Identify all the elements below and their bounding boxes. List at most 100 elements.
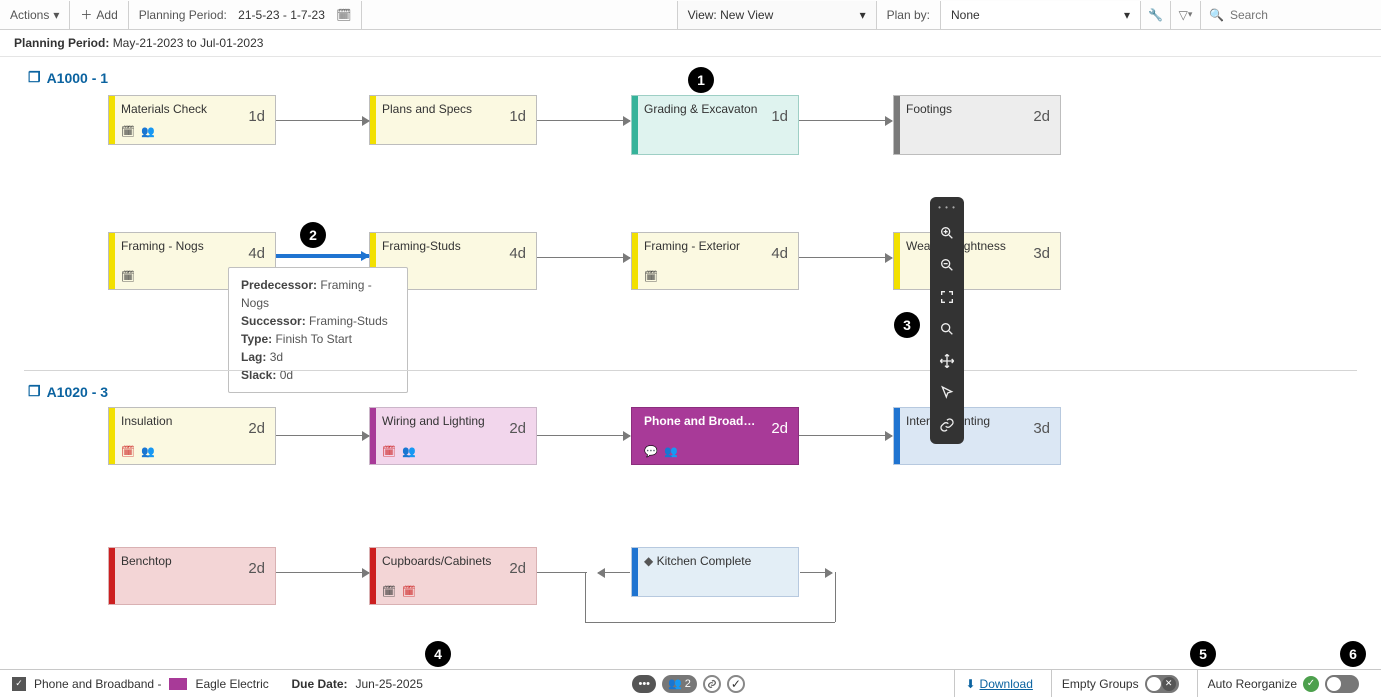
callout-1: 1 xyxy=(688,67,714,93)
milestone-icon: ◆ xyxy=(644,554,653,568)
node-plans-specs[interactable]: Plans and Specs 1d xyxy=(369,95,537,145)
node-interior-paint[interactable]: Interior Painting 3d xyxy=(893,407,1061,465)
node-footings[interactable]: Footings 2d xyxy=(893,95,1061,155)
node-title: Benchtop xyxy=(121,554,235,568)
node-materials-check[interactable]: Materials Check 1d 🗓👥 xyxy=(108,95,276,145)
group-title: A1000 - 1 xyxy=(47,70,108,86)
node-duration: 1d xyxy=(771,108,788,125)
link-arrow[interactable] xyxy=(537,257,630,258)
download-label: Download xyxy=(980,677,1033,691)
toggle-switch[interactable] xyxy=(1325,675,1359,693)
node-duration: 2d xyxy=(509,420,526,437)
status-task-name: Phone and Broadband - xyxy=(34,677,161,691)
link-arrow[interactable] xyxy=(276,120,369,121)
callout-2: 2 xyxy=(300,222,326,248)
top-toolbar: Actions ▾ ＋ Add Planning Period: 21-5-23… xyxy=(0,0,1381,30)
group-header-a1000[interactable]: ❐ A1000 - 1 xyxy=(14,63,122,92)
link-arrow[interactable] xyxy=(276,435,369,436)
calendar-icon: 🗓 xyxy=(121,124,135,138)
flow-canvas[interactable]: ❐ A1000 - 1 Materials Check 1d 🗓👥 Plans … xyxy=(0,57,1381,666)
fit-screen-icon[interactable] xyxy=(934,286,960,308)
wrench-icon[interactable]: 🔧 xyxy=(1141,1,1171,29)
filter-icon[interactable]: ▽▾ xyxy=(1171,1,1201,29)
node-duration: 2d xyxy=(771,420,788,437)
node-wiring[interactable]: Wiring and Lighting 2d 🗓👥 xyxy=(369,407,537,465)
node-grading[interactable]: Grading & Excavaton 1d xyxy=(631,95,799,155)
auto-reorganize-toggle[interactable]: Auto Reorganize ✓ xyxy=(1197,670,1369,697)
zoom-out-icon[interactable] xyxy=(934,254,960,276)
comments-badge[interactable]: ••• xyxy=(632,675,656,693)
group-header-a1020[interactable]: ❐ A1020 - 3 xyxy=(14,377,122,406)
due-label: Due Date: xyxy=(291,677,347,691)
add-label: Add xyxy=(96,8,117,22)
calendar-icon: 🗓 xyxy=(336,8,351,22)
node-cupboards[interactable]: Cupboards/Cabinets 2d 🗓🗓 xyxy=(369,547,537,605)
zoom-in-icon[interactable] xyxy=(934,222,960,244)
node-weather[interactable]: Weather Tightness 3d xyxy=(893,232,1061,290)
callout-6: 6 xyxy=(1340,641,1366,667)
contractor-swatch xyxy=(169,678,187,690)
node-phone-broadband[interactable]: Phone and Broadba... 2d 💬👥 xyxy=(631,407,799,465)
pointer-icon[interactable] xyxy=(934,382,960,404)
status-contractor: Eagle Electric xyxy=(195,677,268,691)
callout-3: 3 xyxy=(894,312,920,338)
link-icon[interactable] xyxy=(934,414,960,436)
link-arrow[interactable] xyxy=(598,572,630,573)
link-arrow-active[interactable] xyxy=(276,254,369,258)
view-value: New View xyxy=(720,8,773,22)
plus-icon: ＋ xyxy=(80,6,92,23)
approve-badge[interactable]: ✓ xyxy=(727,675,745,693)
drag-handle-icon[interactable]: • • • xyxy=(938,203,956,212)
planby-selector[interactable]: None ▾ xyxy=(941,1,1141,29)
link-arrow[interactable] xyxy=(799,120,892,121)
status-bar: ✓ Phone and Broadband - Eagle Electric D… xyxy=(0,669,1381,697)
actions-menu[interactable]: Actions ▾ xyxy=(0,1,70,29)
node-framing-ext[interactable]: Framing - Exterior 4d 🗓 xyxy=(631,232,799,290)
caret-down-icon: ▾ xyxy=(860,8,866,22)
link-arrow[interactable] xyxy=(537,435,630,436)
resources-badge[interactable]: 👥 2 xyxy=(662,675,697,693)
node-duration: 1d xyxy=(248,108,265,125)
empty-groups-toggle[interactable]: Empty Groups ✕ xyxy=(1051,670,1189,697)
node-duration: 3d xyxy=(1033,420,1050,437)
calendar-icon: 🗓 xyxy=(121,444,135,458)
link-arrow[interactable] xyxy=(799,435,892,436)
link-tooltip: Predecessor: Framing - Nogs Successor: F… xyxy=(228,267,408,393)
link-arrow[interactable] xyxy=(537,120,630,121)
checkbox-icon[interactable]: ✓ xyxy=(12,677,26,691)
link-arrow[interactable] xyxy=(276,572,369,573)
node-duration: 2d xyxy=(248,560,265,577)
node-insulation[interactable]: Insulation 2d 🗓👥 xyxy=(108,407,276,465)
pp-summary-label: Planning Period: xyxy=(14,36,109,50)
node-title: Footings xyxy=(906,102,1020,116)
link-arrow[interactable] xyxy=(799,257,892,258)
planning-period-picker[interactable]: Planning Period: 21-5-23 - 1-7-23 🗓 xyxy=(129,1,363,29)
callout-5: 5 xyxy=(1190,641,1216,667)
canvas-toolstrip[interactable]: • • • xyxy=(930,197,964,444)
node-duration: 1d xyxy=(509,108,526,125)
link-badge[interactable] xyxy=(703,675,721,693)
search-icon[interactable] xyxy=(934,318,960,340)
caret-down-icon: ▾ xyxy=(1124,8,1130,22)
planby-label: Plan by: xyxy=(877,1,941,29)
node-title: Wiring and Lighting xyxy=(382,414,496,428)
node-title: Plans and Specs xyxy=(382,102,496,116)
view-label: View: xyxy=(688,8,717,22)
add-button[interactable]: ＋ Add xyxy=(70,1,128,29)
group-icon: ❐ xyxy=(28,383,41,400)
node-benchtop[interactable]: Benchtop 2d xyxy=(108,547,276,605)
move-icon[interactable] xyxy=(934,350,960,372)
node-kitchen-complete[interactable]: ◆ Kitchen Complete xyxy=(631,547,799,597)
node-duration: 2d xyxy=(509,560,526,577)
view-selector[interactable]: View: New View ▾ xyxy=(677,1,877,29)
search-box[interactable]: 🔍 xyxy=(1201,1,1381,29)
toggle-switch[interactable]: ✕ xyxy=(1145,675,1179,693)
link-arrow[interactable] xyxy=(800,572,832,573)
actions-label: Actions xyxy=(10,8,49,22)
search-input[interactable] xyxy=(1230,8,1370,22)
search-icon: 🔍 xyxy=(1209,8,1224,22)
download-button[interactable]: ⬇ Download xyxy=(954,670,1042,697)
download-icon: ⬇ xyxy=(965,677,975,691)
empty-groups-label: Empty Groups xyxy=(1062,677,1139,691)
pp-label: Planning Period: xyxy=(139,8,227,22)
